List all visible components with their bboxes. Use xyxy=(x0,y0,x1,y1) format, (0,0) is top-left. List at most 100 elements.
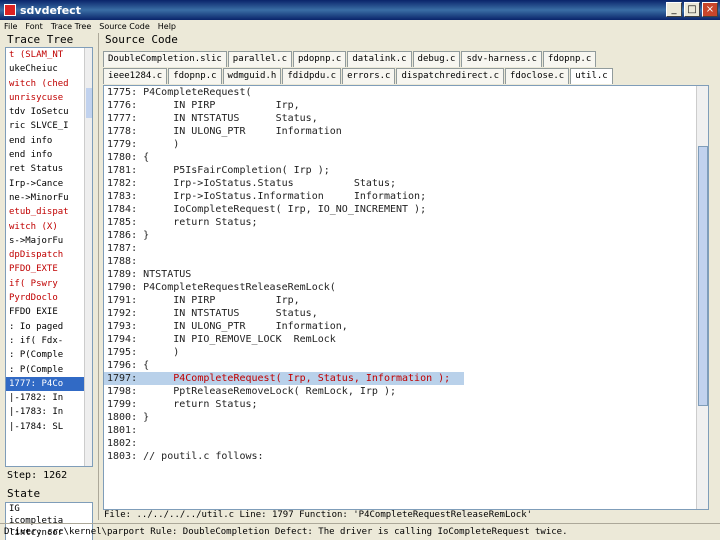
code-line[interactable]: 1802: xyxy=(104,437,708,450)
code-line[interactable]: 1801: xyxy=(104,424,708,437)
trace-scroll-thumb[interactable] xyxy=(86,88,92,118)
menu-bar: File Font Trace Tree Source Code Help xyxy=(0,20,720,32)
trace-tree-item[interactable]: ne->MinorFu xyxy=(6,191,92,205)
code-line[interactable]: 1798: PptReleaseRemoveLock( RemLock, Irp… xyxy=(104,385,708,398)
code-scrollbar[interactable] xyxy=(696,86,708,509)
trace-tree-item[interactable]: : if( Fdx- xyxy=(6,334,92,348)
trace-tree-list[interactable]: t (SLAM_NT ukeCheiuc witch (ched unrisycuse… xyxy=(5,47,93,467)
trace-tree-item[interactable]: ret Status xyxy=(6,162,92,176)
trace-tree-item[interactable]: ric SLVCE_I xyxy=(6,119,92,133)
code-line-text: 1778: IN ULONG_PTR Information xyxy=(107,126,342,137)
source-tab[interactable]: ieee1284.c xyxy=(103,68,168,84)
code-line[interactable]: 1799: return Status; xyxy=(104,398,708,411)
minimize-button[interactable]: _ xyxy=(666,2,682,17)
maximize-button[interactable]: □ xyxy=(684,2,700,17)
code-line[interactable]: 1775: P4CompleteRequest( xyxy=(104,86,708,99)
code-line-text: 1780: { xyxy=(107,152,150,163)
code-line[interactable]: 1777: IN NTSTATUS Status, xyxy=(104,112,708,125)
code-scroll-thumb[interactable] xyxy=(698,146,708,406)
code-line[interactable]: 1795: ) xyxy=(104,346,708,359)
code-line[interactable]: 1789: NTSTATUS xyxy=(104,268,708,281)
trace-scrollbar[interactable] xyxy=(84,48,92,466)
code-line[interactable]: 1785: return Status; xyxy=(104,216,708,229)
code-line-text: 1798: PptReleaseRemoveLock( RemLock, Irp… xyxy=(107,386,396,397)
code-line[interactable]: 1794: IN PIO_REMOVE_LOCK RemLock xyxy=(104,333,708,346)
trace-tree-item[interactable]: |-1782: In xyxy=(6,391,92,405)
menu-source-code[interactable]: Source Code xyxy=(99,22,150,31)
source-tab[interactable]: errors.c xyxy=(342,68,396,84)
trace-tree-item[interactable]: : P(Comple xyxy=(6,348,92,362)
code-line[interactable]: 1778: IN ULONG_PTR Information xyxy=(104,125,708,138)
trace-tree-item[interactable]: 1777: P4Co xyxy=(6,376,92,392)
code-line[interactable]: 1776: IN PIRP Irp, xyxy=(104,99,708,112)
source-tab[interactable]: parallel.c xyxy=(227,51,292,67)
code-line[interactable]: 1781: P5IsFairCompletion( Irp ); xyxy=(104,164,708,177)
code-line[interactable]: 1783: Irp->IoStatus.Information Informat… xyxy=(104,190,708,203)
source-tab[interactable]: datalink.c xyxy=(347,51,412,67)
trace-tree-item[interactable]: : P(Comple xyxy=(6,363,92,377)
code-line[interactable]: 1791: IN PIRP Irp, xyxy=(104,294,708,307)
trace-tree-item[interactable]: witch (ched xyxy=(6,77,92,91)
code-line[interactable]: 1790: P4CompleteRequestReleaseRemLock( xyxy=(104,281,708,294)
trace-tree-item[interactable]: etub_dispat xyxy=(6,205,92,219)
trace-tree-item[interactable]: PFDO_EXTE xyxy=(6,262,92,276)
state-line: IG xyxy=(9,504,20,514)
trace-tree-item[interactable]: : Io paged xyxy=(6,320,92,334)
source-tab[interactable]: DoubleCompletion.slic xyxy=(103,51,227,67)
source-tab[interactable]: fdoclose.c xyxy=(505,68,570,84)
trace-tree-item[interactable]: ukeCheiuc xyxy=(6,62,92,76)
trace-tree-item[interactable]: |-1784: SL xyxy=(6,420,92,434)
title-bar: sdvdefect _ □ × xyxy=(0,0,720,20)
source-code-header: Source Code xyxy=(105,33,178,46)
trace-tree-item[interactable]: s->MajorFu xyxy=(6,234,92,248)
source-tab[interactable]: pdopnp.c xyxy=(292,51,347,67)
trace-tree-item[interactable]: end info xyxy=(6,134,92,148)
code-line-text: 1792: IN NTSTATUS Status, xyxy=(107,308,318,319)
code-line[interactable]: 1786: } xyxy=(104,229,708,242)
code-line[interactable]: 1788: xyxy=(104,255,708,268)
trace-tree-item[interactable]: Irp->Cance xyxy=(6,177,92,191)
code-line-text: 1775: P4CompleteRequest( xyxy=(107,87,252,98)
trace-tree-item[interactable]: unrisycuse xyxy=(6,91,92,105)
code-line[interactable]: 1779: ) xyxy=(104,138,708,151)
trace-tree-item[interactable]: |-1783: In xyxy=(6,405,92,419)
menu-font[interactable]: Font xyxy=(25,22,42,31)
code-line-text: 1799: return Status; xyxy=(107,399,258,410)
code-line[interactable]: 1784: IoCompleteRequest( Irp, IO_NO_INCR… xyxy=(104,203,708,216)
trace-tree-item[interactable]: witch (X) xyxy=(6,220,92,234)
source-tab[interactable]: fdopnp.c xyxy=(168,68,222,84)
code-line[interactable]: 1792: IN NTSTATUS Status, xyxy=(104,307,708,320)
state-header: State xyxy=(7,487,41,500)
trace-tree-item[interactable]: FFDO EXIE xyxy=(6,305,92,319)
source-tab[interactable]: debug.c xyxy=(412,51,461,67)
source-tab[interactable]: util.c xyxy=(570,68,613,84)
highlighted-code-line[interactable]: 1797: P4CompleteRequest( Irp, Status, In… xyxy=(104,372,464,385)
code-line[interactable]: 1800: } xyxy=(104,411,708,424)
code-line[interactable]: 1803: // poutil.c follows: xyxy=(104,450,708,463)
trace-tree-item[interactable]: if( Pswry xyxy=(6,277,92,291)
code-line-text: 1787: xyxy=(107,243,138,254)
source-tab[interactable]: sdv-harness.c xyxy=(461,51,542,67)
trace-tree-item[interactable]: PyrdDoclo xyxy=(6,291,92,305)
code-line[interactable]: 1780: { xyxy=(104,151,708,164)
menu-file[interactable]: File xyxy=(4,22,17,31)
trace-tree-item[interactable]: end info xyxy=(6,148,92,162)
close-button[interactable]: × xyxy=(702,2,718,17)
menu-trace-tree[interactable]: Trace Tree xyxy=(51,22,91,31)
trace-tree-item[interactable]: dpDispatch xyxy=(6,248,92,262)
menu-help[interactable]: Help xyxy=(158,22,176,31)
trace-tree-item[interactable]: t (SLAM_NT xyxy=(6,48,92,62)
code-line-text: 1784: IoCompleteRequest( Irp, IO_NO_INCR… xyxy=(107,204,427,215)
code-line-text: 1791: IN PIRP Irp, xyxy=(107,295,300,306)
source-tab[interactable]: fdopnp.c xyxy=(542,51,597,67)
code-line[interactable]: 1796: { xyxy=(104,359,708,372)
trace-tree-item[interactable]: tdv IoSetcu xyxy=(6,105,92,119)
code-view[interactable]: 1775: P4CompleteRequest(1776: IN PIRP Ir… xyxy=(103,85,709,510)
source-tab[interactable]: wdmguid.h xyxy=(222,68,282,84)
code-line[interactable]: 1793: IN ULONG_PTR Information, xyxy=(104,320,708,333)
source-tab[interactable]: dispatchredirect.c xyxy=(396,68,505,84)
code-line[interactable]: 1787: xyxy=(104,242,708,255)
code-line-text: 1800: } xyxy=(107,412,150,423)
source-tab[interactable]: fdidpdu.c xyxy=(282,68,342,84)
code-line[interactable]: 1782: Irp->IoStatus.Status Status; xyxy=(104,177,708,190)
